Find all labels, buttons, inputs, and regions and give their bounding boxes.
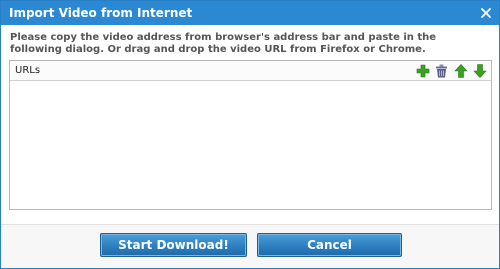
close-button[interactable] (474, 2, 498, 24)
move-down-icon (472, 63, 487, 78)
move-up-icon (453, 63, 468, 78)
add-icon (416, 64, 429, 77)
list-header: URLs (10, 61, 491, 81)
dialog-footer: Start Download! Cancel (1, 224, 499, 268)
cancel-button[interactable]: Cancel (257, 233, 402, 257)
move-down-button[interactable] (471, 62, 488, 79)
title-bar: Import Video from Internet (1, 1, 499, 25)
url-list[interactable]: URLs (9, 60, 492, 210)
close-icon (481, 8, 491, 18)
import-video-dialog: Import Video from Internet Please copy t… (0, 0, 500, 269)
start-download-button[interactable]: Start Download! (100, 233, 247, 257)
add-url-button[interactable] (414, 62, 431, 79)
move-up-button[interactable] (452, 62, 469, 79)
urls-column-header: URLs (15, 65, 41, 76)
instructions-text: Please copy the video address from brows… (10, 32, 437, 55)
delete-url-button[interactable] (433, 62, 450, 79)
trash-icon (436, 64, 447, 77)
dialog-title: Import Video from Internet (9, 6, 193, 20)
